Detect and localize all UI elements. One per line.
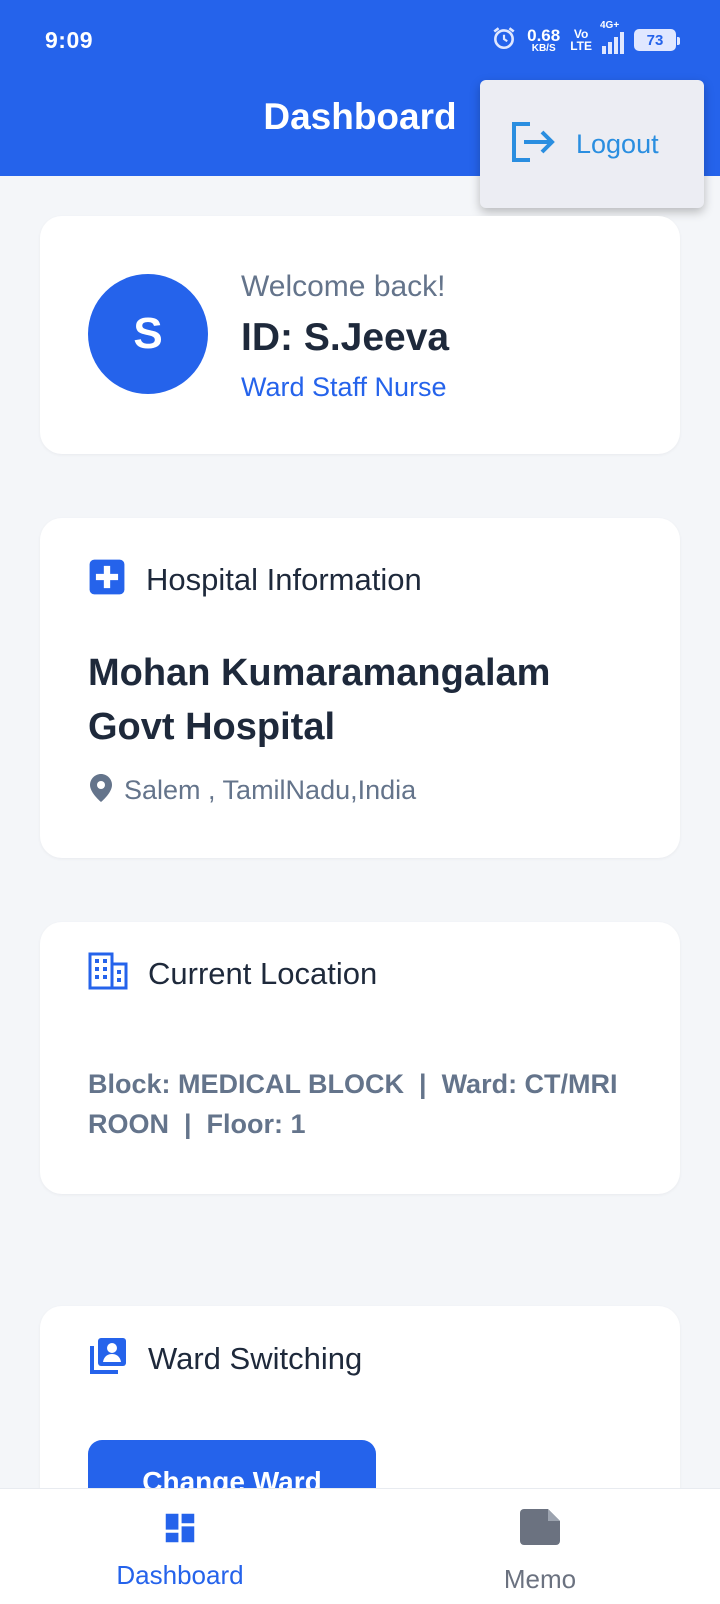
dashboard-icon (161, 1509, 199, 1552)
avatar: S (88, 274, 208, 394)
hospital-address: Salem , TamilNadu,India (90, 774, 416, 807)
hospital-icon (88, 558, 126, 601)
ward-card-title: Ward Switching (148, 1340, 363, 1376)
hospital-name: Mohan Kumaramangalam Govt Hospital (88, 652, 551, 748)
nav-label-memo: Memo (503, 1564, 577, 1594)
address-text: Salem , TamilNadu,India (124, 775, 417, 805)
logout-menu-item[interactable]: Logout (480, 80, 704, 208)
user-role: Ward Staff Nurse (241, 372, 447, 402)
location-details: Block: MEDICAL BLOCK | Ward: CT/MRI ROON… (88, 1069, 626, 1139)
welcome-text: Welcome back! (241, 270, 446, 303)
nav-item-memo[interactable]: Memo (440, 1509, 640, 1595)
location-pin-icon (90, 774, 112, 807)
alarm-icon (491, 25, 517, 56)
hospital-card-title: Hospital Information (146, 561, 422, 597)
net-speed-value: 0.68 (527, 25, 561, 45)
hospital-card-header: Hospital Information (88, 558, 422, 601)
status-bar: 9:09 0.68 KB/S Vo LTE 4G+ 73 (0, 0, 720, 80)
volte-bottom: LTE (570, 39, 592, 53)
location-card-header: Current Location (88, 952, 377, 995)
volte-indicator: Vo LTE (570, 28, 592, 52)
location-card: Current Location Block: MEDICAL BLOCK | … (40, 922, 680, 1194)
building-icon (88, 952, 128, 995)
location-card-title: Current Location (148, 955, 378, 991)
battery-level: 73 (646, 31, 664, 49)
bottom-navigation: Dashboard Memo (0, 1488, 720, 1604)
status-time: 9:09 (45, 26, 94, 53)
battery-icon: 73 (634, 29, 680, 51)
net-speed: 0.68 KB/S (527, 27, 560, 54)
nav-item-dashboard[interactable]: Dashboard (80, 1509, 280, 1591)
profile-card: S Welcome back! ID: S.Jeeva Ward Staff N… (40, 216, 680, 454)
net-speed-unit: KB/S (531, 42, 556, 54)
network-type: 4G+ (600, 20, 620, 31)
user-id: ID: S.Jeeva (241, 316, 450, 359)
contacts-icon (88, 1336, 128, 1381)
ward-card-header: Ward Switching (88, 1336, 362, 1381)
signal-icon: 4G+ (600, 20, 624, 54)
memo-icon (520, 1509, 560, 1550)
logout-label: Logout (576, 128, 659, 159)
status-icons: 0.68 KB/S Vo LTE 4G+ 73 (491, 20, 680, 56)
logout-icon (508, 120, 556, 169)
hospital-card: Hospital Information Mohan Kumaramangala… (40, 518, 680, 858)
nav-label-dashboard: Dashboard (116, 1560, 244, 1590)
